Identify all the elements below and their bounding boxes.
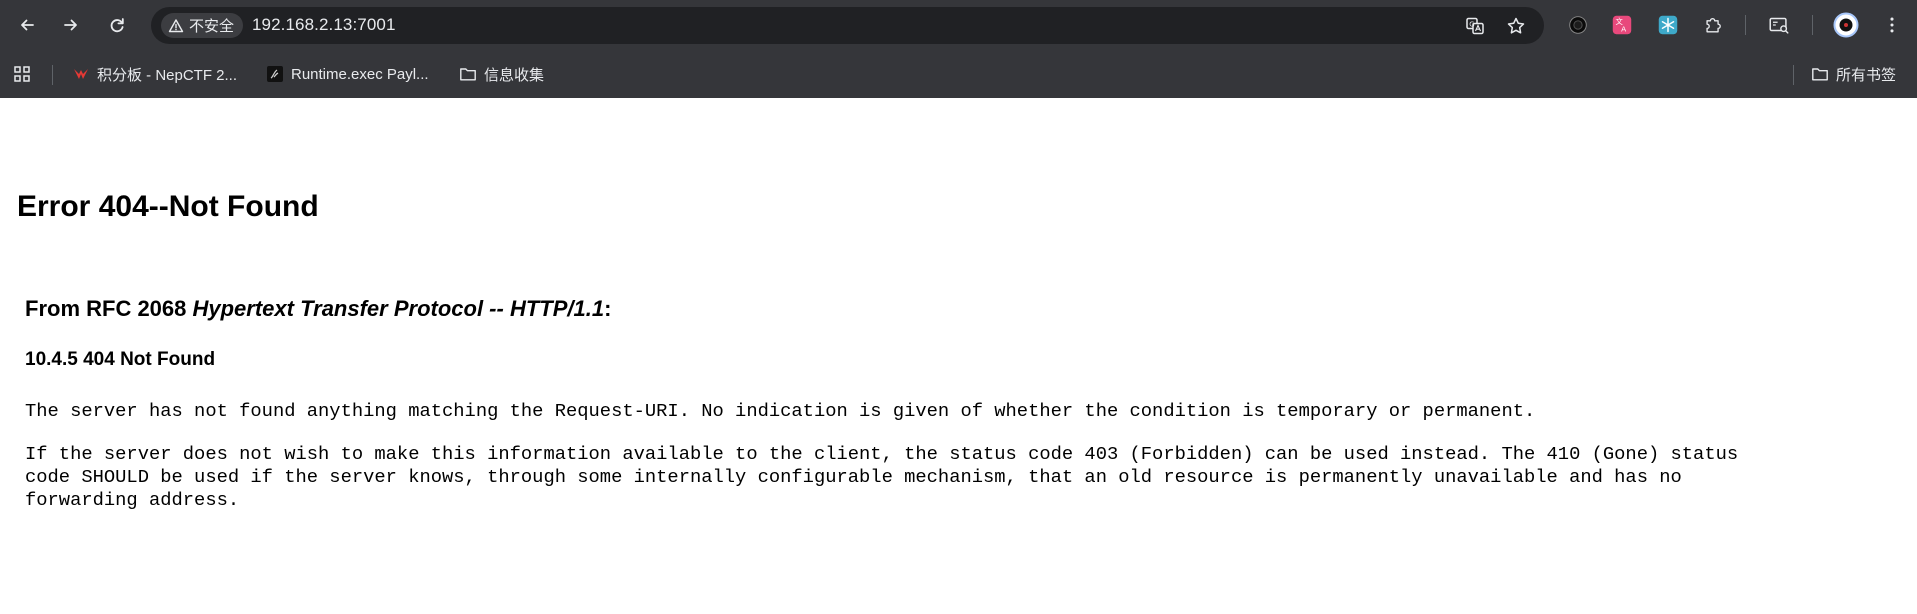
forward-icon (64, 19, 77, 31)
folder-icon (1812, 68, 1828, 81)
site-favicon (267, 66, 283, 82)
paragraph-2: If the server does not wish to make this… (25, 443, 1739, 511)
apps-grid-icon (14, 66, 30, 82)
translate-extension-icon: 文A (1612, 15, 1632, 35)
all-bookmarks-label: 所有书签 (1836, 66, 1897, 84)
dark-circle-extension-icon (1569, 16, 1587, 34)
browser-toolbar: 不安全 192.168.2.13:7001 G 文A (0, 0, 1917, 51)
security-label: 不安全 (189, 18, 235, 35)
translate-icon: G (1466, 17, 1484, 35)
bookmark-star-button[interactable] (1504, 14, 1528, 38)
extensions-puzzle-icon (1706, 17, 1721, 33)
rfc-prefix: From RFC 2068 (25, 296, 193, 321)
page-title: Error 404--Not Found (17, 190, 319, 223)
back-button[interactable] (11, 9, 43, 41)
address-bar[interactable]: 不安全 192.168.2.13:7001 G (151, 7, 1544, 44)
reading-mode-icon (1769, 17, 1789, 34)
bookmark-folder-info[interactable]: 信息收集 (459, 61, 544, 87)
bookmarks-bar: 积分板 - NepCTF 2... Runtime.exec Payl... 信… (0, 51, 1917, 98)
ctf-logo-icon (74, 69, 88, 79)
menu-icon (1890, 17, 1894, 33)
rfc-title: Hypertext Transfer Protocol -- HTTP/1.1 (192, 296, 605, 321)
extensions-menu-button[interactable] (1700, 12, 1726, 38)
profile-button[interactable] (1833, 12, 1859, 38)
svg-text:A: A (1621, 24, 1626, 33)
page-content: Error 404--Not Found From RFC 2068 Hyper… (0, 98, 1917, 614)
star-icon (1507, 17, 1525, 34)
rfc-suffix: : (604, 296, 612, 321)
bookmarks-divider (52, 65, 53, 85)
paragraph-1: The server has not found anything matchi… (25, 400, 1536, 422)
reload-icon (110, 18, 124, 33)
security-indicator[interactable]: 不安全 (161, 13, 244, 38)
chrome-menu-button[interactable] (1879, 12, 1905, 38)
rfc-heading: From RFC 2068 Hypertext Transfer Protoco… (25, 296, 611, 322)
extension-button-1[interactable] (1565, 12, 1591, 38)
warning-icon (168, 18, 184, 32)
forward-button[interactable] (55, 9, 87, 41)
section-heading: 10.4.5 404 Not Found (25, 349, 216, 370)
extension-button-3[interactable] (1655, 12, 1681, 38)
bookmark-label: 积分板 - NepCTF 2... (97, 66, 238, 84)
svg-text:G: G (1469, 21, 1474, 29)
bookmark-item-nepctf[interactable]: 积分板 - NepCTF 2... (72, 61, 237, 87)
folder-icon (460, 68, 476, 81)
toolbar-divider (1745, 15, 1746, 35)
bookmark-label: Runtime.exec Payl... (291, 65, 429, 83)
extension-button-2[interactable]: 文A (1609, 12, 1635, 38)
profile-avatar (1833, 12, 1859, 38)
translate-button[interactable]: G (1463, 14, 1487, 38)
bookmarks-divider (1793, 65, 1794, 85)
reload-button[interactable] (101, 9, 133, 41)
reading-mode-button[interactable] (1766, 12, 1792, 38)
toolbar-divider (1812, 15, 1813, 35)
apps-button[interactable] (13, 61, 31, 87)
bookmark-label: 信息收集 (484, 66, 545, 84)
bookmark-item-runtime-exec[interactable]: Runtime.exec Payl... (266, 61, 429, 87)
back-icon (21, 19, 34, 31)
all-bookmarks-button[interactable]: 所有书签 (1811, 61, 1896, 87)
snowflake-extension-icon (1658, 15, 1678, 35)
url-text[interactable]: 192.168.2.13:7001 (252, 15, 396, 35)
